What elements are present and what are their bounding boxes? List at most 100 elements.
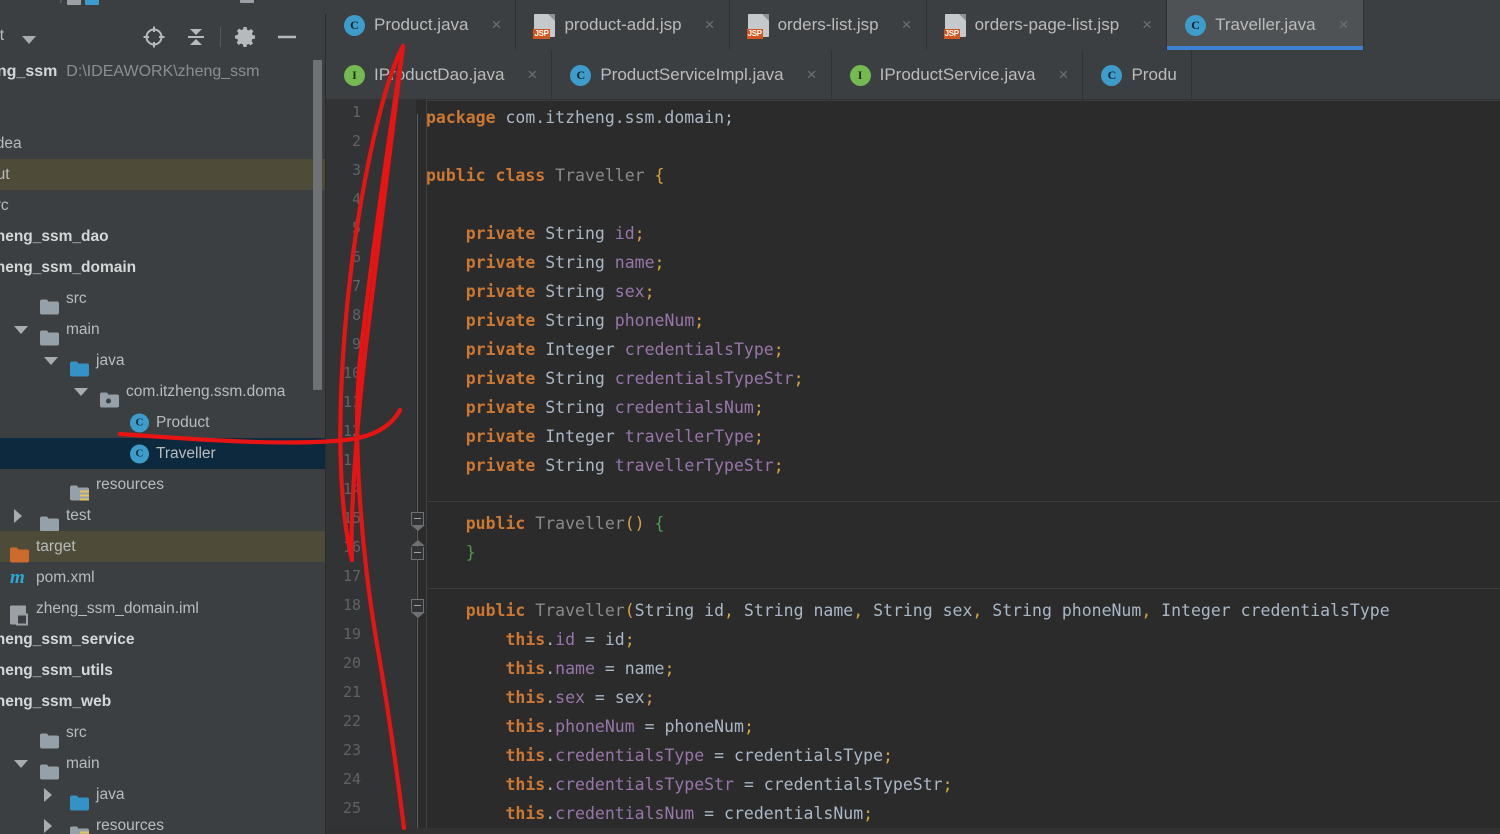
tree-node-label: Product bbox=[156, 413, 210, 431]
close-icon[interactable]: × bbox=[1339, 15, 1349, 35]
editor-tab-product-java[interactable]: C Product.java × bbox=[326, 0, 517, 50]
tree-node-src[interactable]: src bbox=[0, 190, 326, 221]
chevron-down-icon[interactable] bbox=[14, 325, 28, 334]
close-icon[interactable]: × bbox=[807, 65, 817, 85]
tab-label: Product.java bbox=[374, 15, 469, 34]
code-line[interactable]: public Traveller(String id, String name,… bbox=[426, 596, 1390, 625]
code-line[interactable]: private Integer travellerType; bbox=[426, 422, 764, 451]
fold-marker-open[interactable] bbox=[411, 512, 425, 531]
tree-node-out[interactable]: out bbox=[0, 159, 326, 190]
tree-node-zheng-ssm-dao[interactable]: zheng_ssm_dao bbox=[0, 221, 326, 252]
code-line[interactable] bbox=[426, 567, 436, 596]
code-line[interactable]: public class Traveller { bbox=[426, 161, 664, 190]
tree-node--idea[interactable]: .idea bbox=[0, 128, 326, 159]
tree-node-target[interactable]: target bbox=[0, 531, 326, 562]
code-line[interactable]: this.credentialsTypeStr = credentialsTyp… bbox=[426, 770, 952, 799]
class-icon: C bbox=[1101, 64, 1123, 86]
editor-tab-orders-list-jsp[interactable]: JSP orders-list.jsp × bbox=[730, 0, 927, 50]
code-line[interactable]: private String credentialsNum; bbox=[426, 393, 764, 422]
line-number: 23 bbox=[342, 741, 361, 759]
close-icon[interactable]: × bbox=[527, 65, 537, 85]
breadcrumb-chip-blue bbox=[85, 0, 100, 5]
code-line[interactable]: private String credentialsTypeStr; bbox=[426, 364, 804, 393]
tree-node-main[interactable]: main bbox=[0, 748, 326, 779]
tree-node-zheng-ssm-web[interactable]: zheng_ssm_web bbox=[0, 686, 326, 717]
tree-node-main[interactable]: main bbox=[0, 314, 326, 345]
code-line[interactable]: this.name = name; bbox=[426, 654, 674, 683]
close-icon[interactable]: × bbox=[1059, 65, 1069, 85]
tree-node-label: resources bbox=[96, 816, 165, 834]
editor-tab-orders-page-list-jsp[interactable]: JSP orders-page-list.jsp × bbox=[927, 0, 1168, 50]
code-line[interactable]: } bbox=[426, 538, 476, 567]
tree-node-resources[interactable]: resources bbox=[0, 810, 326, 834]
tree-node-product[interactable]: C Product bbox=[0, 407, 326, 438]
tree-node-resources[interactable]: resources bbox=[0, 469, 326, 500]
code-line[interactable]: this.sex = sex; bbox=[426, 683, 654, 712]
editor-tab-product-add-jsp[interactable]: JSP product-add.jsp × bbox=[516, 0, 730, 50]
code-line[interactable]: this.travellerType = travellerType; bbox=[426, 828, 853, 834]
chevron-down-icon[interactable] bbox=[44, 356, 58, 365]
code-line[interactable] bbox=[426, 190, 436, 219]
class-icon: C bbox=[130, 413, 149, 432]
tree-node-zheng-ssm-domain[interactable]: zheng_ssm_domain bbox=[0, 252, 326, 283]
collapse-all-icon[interactable] bbox=[175, 22, 217, 52]
line-number: 20 bbox=[342, 654, 361, 672]
editor-tab-produ[interactable]: C Produ bbox=[1083, 50, 1192, 100]
code-line[interactable]: private String travellerTypeStr; bbox=[426, 451, 784, 480]
tree-node-label: Traveller bbox=[156, 444, 216, 462]
tree-node-zheng-ssm-utils[interactable]: zheng_ssm_utils bbox=[0, 655, 326, 686]
line-number: 18 bbox=[342, 596, 361, 614]
tree-node-label: main bbox=[66, 754, 100, 772]
code-line[interactable]: this.id = id; bbox=[426, 625, 634, 654]
code-line[interactable]: this.credentialsType = credentialsType; bbox=[426, 741, 892, 770]
chevron-right-icon[interactable] bbox=[14, 508, 22, 523]
code-line[interactable]: public Traveller() { bbox=[426, 509, 665, 538]
close-icon[interactable]: × bbox=[1142, 15, 1152, 35]
code-line[interactable] bbox=[426, 132, 436, 161]
chevron-down-icon[interactable] bbox=[74, 387, 88, 396]
gear-icon[interactable] bbox=[224, 22, 266, 52]
editor-tab-iproductservice-java[interactable]: I IProductService.java × bbox=[832, 50, 1084, 100]
code-editor[interactable]: 1 2 3 4 5 6 7 8 9 10 11 12 13 14 15 16 17 18 19 20 21 22 23 24 2… bbox=[326, 100, 1500, 834]
fold-marker-open[interactable] bbox=[411, 599, 425, 618]
tree-node-traveller[interactable]: C Traveller bbox=[0, 438, 326, 469]
source-code[interactable]: package com.itzheng.ssm.domain; public c… bbox=[426, 100, 1500, 834]
tree-node-src[interactable]: src bbox=[0, 283, 326, 314]
tree-node-pom-xml[interactable]: m pom.xml bbox=[0, 562, 326, 593]
editor-tab-traveller-java[interactable]: C Traveller.java × bbox=[1167, 0, 1364, 50]
code-line[interactable]: package com.itzheng.ssm.domain; bbox=[426, 103, 734, 132]
close-icon[interactable]: × bbox=[902, 15, 912, 35]
chevron-right-icon[interactable] bbox=[44, 818, 52, 833]
code-line[interactable]: private String phoneNum; bbox=[426, 306, 704, 335]
tree-node-test[interactable]: test bbox=[0, 500, 326, 531]
code-line[interactable]: private String name; bbox=[426, 248, 665, 277]
tree-node-com-itzheng-ssm-doma[interactable]: com.itzheng.ssm.doma bbox=[0, 376, 326, 407]
close-icon[interactable]: × bbox=[705, 15, 715, 35]
tree-node-src[interactable]: src bbox=[0, 717, 326, 748]
editor-gutter[interactable]: 1 2 3 4 5 6 7 8 9 10 11 12 13 14 15 16 17 18 19 20 21 22 23 24 2… bbox=[326, 100, 416, 834]
fold-gutter[interactable] bbox=[410, 100, 426, 834]
code-line[interactable]: private Integer credentialsType; bbox=[426, 335, 784, 364]
code-line[interactable]: private String sex; bbox=[426, 277, 655, 306]
chevron-down-icon[interactable] bbox=[14, 759, 28, 768]
code-line[interactable]: this.credentialsNum = credentialsNum; bbox=[426, 799, 873, 828]
sidebar-scrollbar[interactable] bbox=[313, 60, 322, 390]
tree-node-java[interactable]: java bbox=[0, 779, 326, 810]
locate-icon[interactable] bbox=[133, 22, 175, 52]
tree-node-zheng-ssm-domain-iml[interactable]: zheng_ssm_domain.iml bbox=[0, 593, 326, 625]
minimize-icon[interactable] bbox=[266, 22, 308, 52]
tree-node-zheng-ssm-service[interactable]: zheng_ssm_service bbox=[0, 624, 326, 655]
line-number: 12 bbox=[342, 422, 361, 440]
line-number: 5 bbox=[351, 219, 361, 237]
editor-tab-iproductdao-java[interactable]: I IProductDao.java × bbox=[326, 50, 553, 100]
code-line[interactable]: private String id; bbox=[426, 219, 645, 248]
chevron-down-icon[interactable] bbox=[22, 36, 36, 44]
code-line[interactable]: this.phoneNum = phoneNum; bbox=[426, 712, 753, 741]
close-icon[interactable]: × bbox=[492, 15, 502, 35]
chevron-right-icon[interactable] bbox=[44, 787, 52, 802]
fold-marker-close[interactable] bbox=[411, 540, 425, 560]
tree-node-java[interactable]: java bbox=[0, 345, 326, 376]
editor-tab-productserviceimpl-java[interactable]: C ProductServiceImpl.java × bbox=[552, 50, 832, 100]
code-line[interactable] bbox=[426, 480, 436, 509]
tree-row-project-root[interactable]: eng_ssm D:\IDEAWORK\zheng_ssm bbox=[0, 56, 326, 87]
